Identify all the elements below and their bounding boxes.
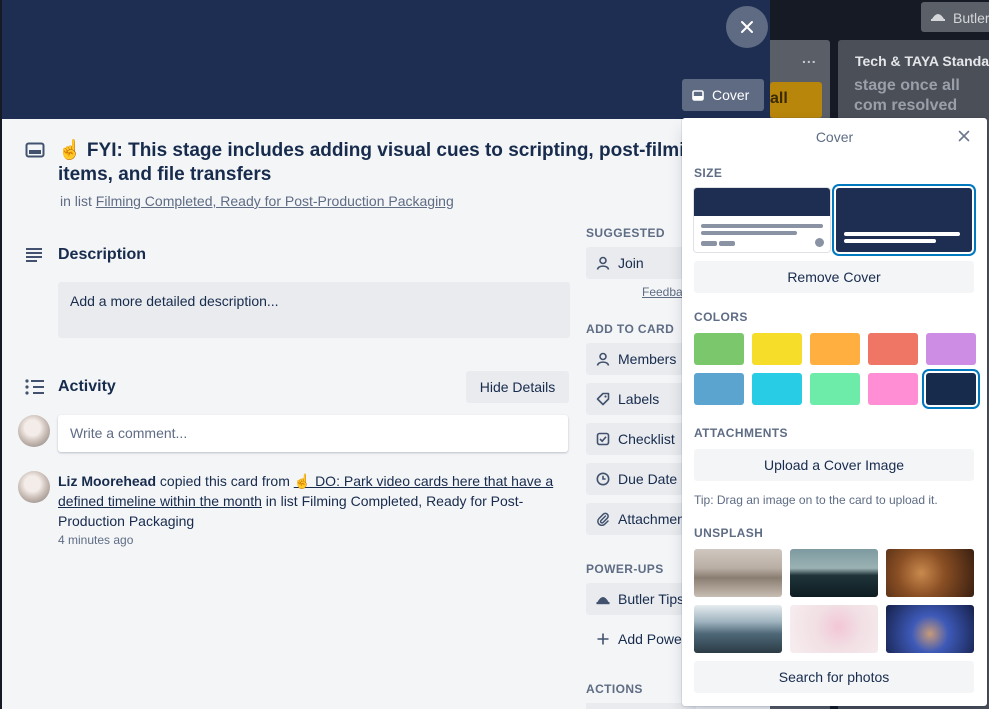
size-preview-line [701, 224, 823, 228]
close-icon [741, 21, 753, 33]
close-card-button[interactable] [726, 6, 768, 48]
description-heading: Description [58, 246, 147, 263]
attachment-button[interactable]: Attachment [586, 503, 696, 535]
action-button-partial[interactable] [586, 703, 696, 709]
upload-tip: Tip: Drag an image on to the card to upl… [694, 493, 938, 507]
suggested-heading: SUGGESTED [586, 226, 665, 240]
popover-title: Cover [815, 129, 854, 145]
color-swatch[interactable] [926, 333, 976, 365]
size-preview-line [701, 231, 797, 235]
color-swatch[interactable] [752, 373, 802, 405]
unsplash-photo-pink-flowers[interactable] [790, 605, 878, 653]
activity-action: copied this card from [159, 473, 290, 489]
butler-button[interactable]: Butler [921, 2, 989, 32]
checklist-label: Checklist [618, 431, 675, 447]
clock-icon [596, 472, 610, 486]
list-menu-icon[interactable]: ... [802, 50, 817, 66]
checklist-button[interactable]: Checklist [586, 423, 696, 455]
color-swatch[interactable] [810, 373, 860, 405]
card-cover [2, 0, 770, 119]
size-heading: SIZE [694, 166, 723, 180]
card-title-text: ☝️ FYI: This stage includes adding visua… [58, 140, 698, 185]
unsplash-photo-lake-person[interactable] [694, 605, 782, 653]
remove-cover-button[interactable]: Remove Cover [694, 261, 974, 293]
attachments-heading: ATTACHMENTS [694, 426, 788, 440]
list-link[interactable]: Filming Completed, Ready for Post-Produc… [96, 193, 454, 209]
avatar[interactable] [18, 415, 50, 447]
upload-cover-image-button[interactable]: Upload a Cover Image [694, 449, 974, 481]
board-card-yellow: all [770, 82, 822, 118]
activity-icon [25, 379, 44, 395]
cover-popover: Cover SIZE Remove Cover COLORS ATTACHMEN… [682, 118, 987, 706]
unsplash-photo-autumn-leaves[interactable] [886, 549, 974, 597]
color-swatch[interactable] [694, 333, 744, 365]
due-date-label: Due Date [618, 471, 678, 487]
color-swatch[interactable] [810, 333, 860, 365]
size-preview-avatar [815, 238, 824, 247]
card-list-info: in list Filming Completed, Ready for Pos… [60, 193, 454, 209]
join-label: Join [618, 255, 644, 271]
size-preview-line [844, 239, 936, 243]
color-swatch[interactable] [926, 373, 976, 405]
unsplash-photo-abstract-blue[interactable] [886, 605, 974, 653]
butler-icon [596, 597, 610, 605]
hide-details-button[interactable]: Hide Details [466, 371, 569, 403]
butler-label: Butler [953, 10, 989, 26]
color-swatch[interactable] [868, 333, 918, 365]
checklist-icon [596, 432, 610, 446]
activity-heading: Activity [58, 378, 116, 395]
labels-button[interactable]: Labels [586, 383, 696, 415]
add-power-up-button[interactable]: Add Power-Up [586, 623, 696, 655]
person-icon [596, 256, 610, 270]
size-option-normal[interactable] [694, 188, 830, 252]
plus-icon [597, 633, 609, 645]
due-date-button[interactable]: Due Date [586, 463, 696, 495]
activity-user[interactable]: Liz Moorehead [58, 473, 156, 489]
description-icon [26, 248, 42, 262]
labels-label: Labels [618, 391, 660, 407]
size-preview-badge [701, 241, 717, 246]
colors-heading: COLORS [694, 310, 748, 324]
paperclip-icon [597, 512, 609, 526]
actions-heading: ACTIONS [586, 682, 643, 696]
label-icon [596, 392, 610, 406]
activity-timestamp[interactable]: 4 minutes ago [58, 533, 133, 547]
butler-icon [931, 14, 945, 21]
butler-tips-label: Butler Tips [618, 591, 685, 607]
add-to-card-heading: ADD TO CARD [586, 322, 675, 336]
card-detail-window: Cover ☝️ FYI: This stage includes adding… [2, 0, 770, 709]
cover-button[interactable]: Cover [682, 79, 764, 111]
members-button[interactable]: Members [586, 343, 696, 375]
activity-entry: Liz Moorehead copied this card from ☝️ D… [58, 471, 570, 531]
color-swatch[interactable] [752, 333, 802, 365]
size-preview-cover [694, 188, 830, 216]
attachment-label: Attachment [618, 511, 689, 527]
card-title[interactable]: ☝️ FYI: This stage includes adding visua… [58, 139, 698, 187]
card-icon [25, 142, 45, 158]
unsplash-heading: UNSPLASH [694, 526, 764, 540]
comment-input[interactable]: Write a comment... [58, 415, 568, 452]
size-preview-line [844, 232, 960, 236]
unsplash-photo-misty-lake[interactable] [694, 549, 782, 597]
description-input[interactable]: Add a more detailed description... [58, 282, 570, 338]
butler-tips-button[interactable]: Butler Tips [586, 583, 696, 615]
cover-button-label: Cover [712, 87, 750, 103]
color-swatch[interactable] [868, 373, 918, 405]
board-card-yellow-text: all [770, 90, 788, 107]
size-preview-badge [719, 241, 735, 246]
in-list-prefix: in list [60, 193, 92, 209]
person-icon [596, 352, 610, 366]
card-cover-icon [692, 89, 704, 101]
size-option-full[interactable] [836, 188, 972, 252]
avatar[interactable] [18, 471, 50, 503]
join-button[interactable]: Join [586, 247, 696, 279]
search-photos-button[interactable]: Search for photos [694, 661, 974, 693]
members-label: Members [618, 351, 677, 367]
board-list-title: Tech & TAYA Standa [855, 53, 989, 69]
color-swatch[interactable] [694, 373, 744, 405]
power-ups-heading: POWER-UPS [586, 562, 664, 576]
unsplash-photo-mountains[interactable] [790, 549, 878, 597]
close-icon[interactable] [958, 130, 970, 142]
